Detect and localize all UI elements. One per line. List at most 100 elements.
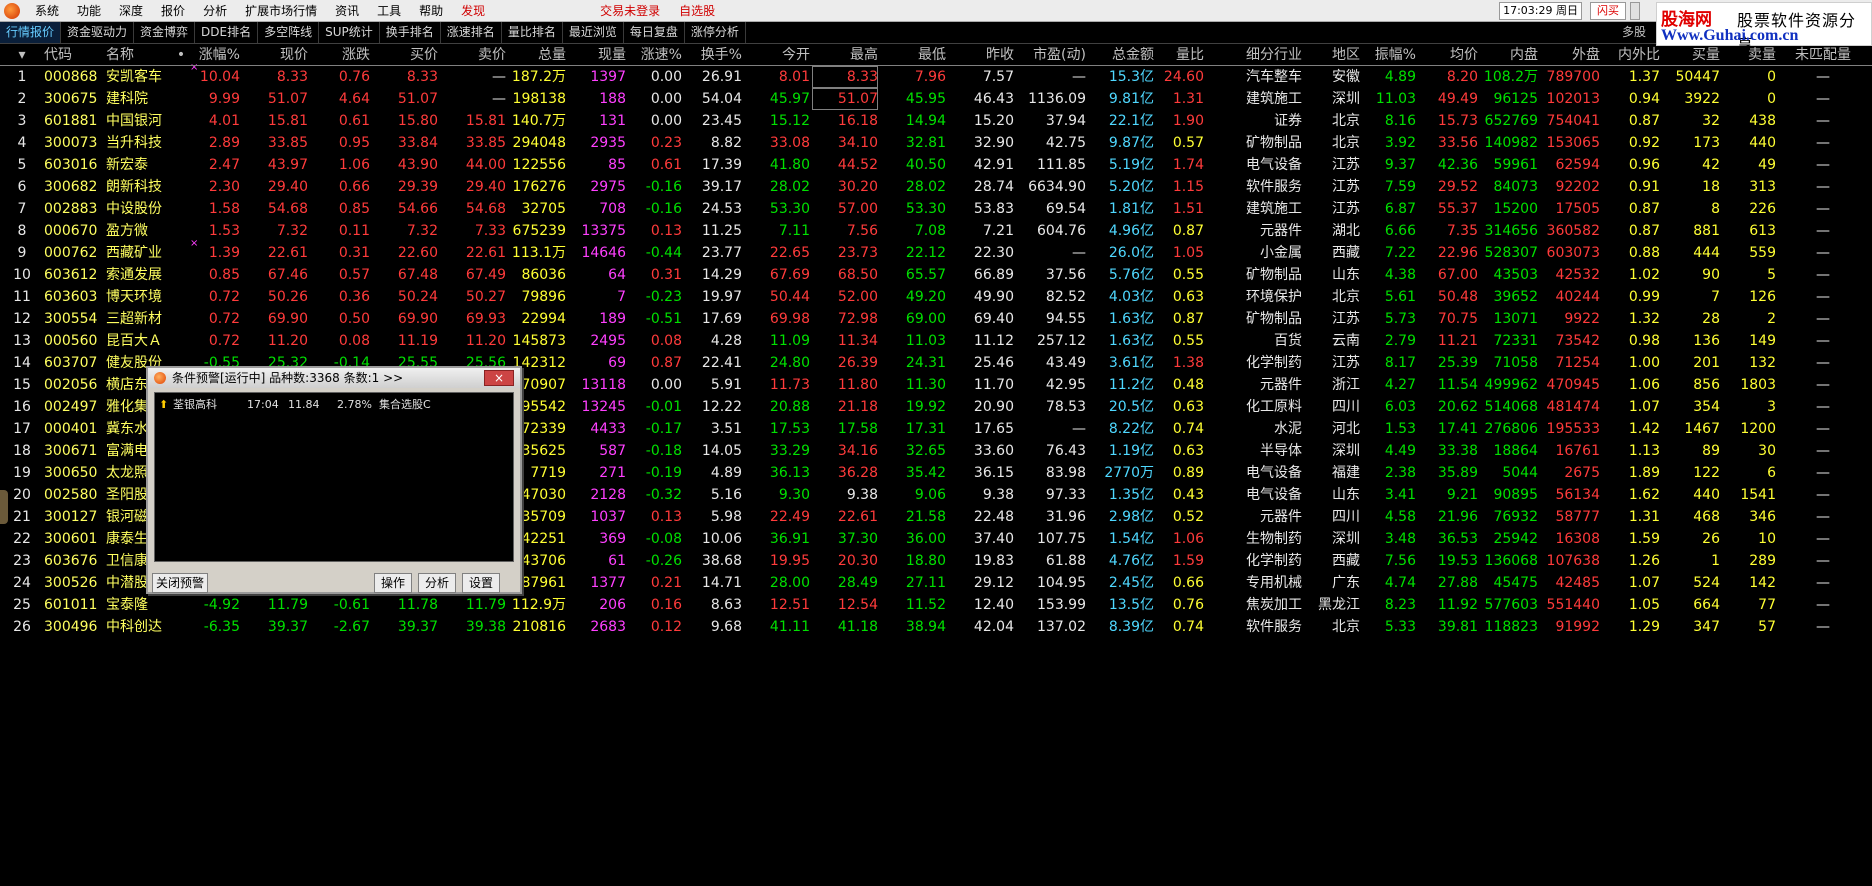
close-icon[interactable]: × xyxy=(484,370,514,386)
column-header-stock-code[interactable]: 代码 xyxy=(44,44,106,66)
stock-name[interactable]: 安凯客车 xyxy=(106,66,176,88)
menu-item-news[interactable]: 资讯 xyxy=(326,0,368,22)
stock-code[interactable]: 300496 xyxy=(44,616,106,638)
menu-item-depth[interactable]: 深度 xyxy=(110,0,152,22)
column-header-current-volume[interactable]: 现量 xyxy=(568,44,626,66)
column-header-region[interactable]: 地区 xyxy=(1304,44,1360,66)
column-header-outer-volume[interactable]: 外盘 xyxy=(1540,44,1600,66)
tab-limit-up-analysis[interactable]: 涨停分析 xyxy=(685,22,746,43)
stock-code[interactable]: 300650 xyxy=(44,462,106,484)
menu-item-system[interactable]: 系统 xyxy=(26,0,68,22)
row-index[interactable]: 19 xyxy=(4,462,40,484)
row-index[interactable]: 18 xyxy=(4,440,40,462)
row-index[interactable]: 12 xyxy=(4,308,40,330)
table-row[interactable]: 5 603016 新宏泰 2.47 43.97 1.06 43.90 44.00 122556 8… xyxy=(0,154,1872,176)
stock-code[interactable]: 601881 xyxy=(44,110,106,132)
tab-speed-rank[interactable]: 涨速排名 xyxy=(441,22,502,43)
table-row[interactable]: 11 603603 博天环境 0.72 50.26 0.36 50.24 50.27 79896… xyxy=(0,286,1872,308)
stock-code[interactable]: 603016 xyxy=(44,154,106,176)
row-index[interactable]: 7 xyxy=(4,198,40,220)
alarm-dialog-title[interactable]: 条件预警[运行中] 品种数:3368 条数:1 >> xyxy=(148,368,520,388)
stock-code[interactable]: 300671 xyxy=(44,440,106,462)
menu-item-tools[interactable]: 工具 xyxy=(368,0,410,22)
menu-item-function[interactable]: 功能 xyxy=(68,0,110,22)
trade-status[interactable]: 交易未登录 xyxy=(590,2,670,19)
column-header-high-price[interactable]: 最高 xyxy=(812,44,878,66)
stock-name[interactable]: 盈方微 xyxy=(106,220,176,242)
table-row[interactable]: 12 300554 三超新材 0.72 69.90 0.50 69.90 69.93 22994… xyxy=(0,308,1872,330)
stock-code[interactable]: 300601 xyxy=(44,528,106,550)
stock-name[interactable]: 索通发展 xyxy=(106,264,176,286)
stock-name[interactable]: 当升科技 xyxy=(106,132,176,154)
stock-name[interactable]: 昆百大Ａ xyxy=(106,330,176,352)
row-index[interactable]: 3 xyxy=(4,110,40,132)
tab-daily-review[interactable]: 每日复盘 xyxy=(624,22,685,43)
column-header-low-price[interactable]: 最低 xyxy=(880,44,946,66)
column-header-last-price[interactable]: 现价 xyxy=(242,44,308,66)
stock-code[interactable]: 603603 xyxy=(44,286,106,308)
column-header-ask-price[interactable]: 卖价 xyxy=(440,44,506,66)
tab-quote-list[interactable]: 行情报价 xyxy=(0,22,62,43)
tab-sup-stats[interactable]: SUP统计 xyxy=(319,22,380,43)
stock-code[interactable]: 603612 xyxy=(44,264,106,286)
stock-name[interactable]: 中科创达 xyxy=(106,616,176,638)
column-header-buy-volume[interactable]: 买量 xyxy=(1662,44,1720,66)
column-header-flag-dot[interactable]: • xyxy=(176,44,186,66)
menu-item-extended-market[interactable]: 扩展市场行情 xyxy=(236,0,326,22)
column-header-pe-dynamic[interactable]: 市盈(动) xyxy=(1016,44,1086,66)
column-header-row-index[interactable]: ▾ xyxy=(4,44,40,66)
column-header-inner-outer-ratio[interactable]: 内外比 xyxy=(1602,44,1660,66)
stock-code[interactable]: 002497 xyxy=(44,396,106,418)
operate-button[interactable]: 操作 xyxy=(374,573,412,593)
row-index[interactable]: 6 xyxy=(4,176,40,198)
stock-code[interactable]: 601011 xyxy=(44,594,106,616)
row-index[interactable]: 8 xyxy=(4,220,40,242)
row-index[interactable]: 11 xyxy=(4,286,40,308)
column-header-bid-price[interactable]: 买价 xyxy=(372,44,438,66)
tab-capital-game[interactable]: 资金博弈 xyxy=(134,22,196,43)
stock-code[interactable]: 300675 xyxy=(44,88,106,110)
stock-name[interactable]: 中设股份 xyxy=(106,198,176,220)
table-row[interactable]: 10 603612 索通发展 0.85 67.46 0.57 67.48 67.49 86036… xyxy=(0,264,1872,286)
table-row[interactable]: 1 000868 安凯客车 10.04 8.33 0.76 8.33—187.2万 1397 0… xyxy=(0,62,1872,88)
tab-multi-stock[interactable]: 多股 xyxy=(1616,22,1652,43)
tab-dde-rank[interactable]: DDE排名 xyxy=(195,22,259,43)
row-index[interactable]: 10 xyxy=(4,264,40,286)
column-header-open-price[interactable]: 今开 xyxy=(744,44,810,66)
row-index[interactable]: 26 xyxy=(4,616,40,638)
stock-code[interactable]: 603707 xyxy=(44,352,106,374)
table-row[interactable]: 25 601011 宝泰隆 -4.92 11.79 -0.61 11.78 11.79 112.… xyxy=(0,594,1872,616)
stock-code[interactable]: 002056 xyxy=(44,374,106,396)
stock-code[interactable]: 002580 xyxy=(44,484,106,506)
table-row[interactable]: 26 300496 中科创达 -6.35 39.37 -2.67 39.37 39.38 210… xyxy=(0,616,1872,638)
column-header-speed-percent[interactable]: 涨速% xyxy=(628,44,682,66)
menu-item-help[interactable]: 帮助 xyxy=(410,0,452,22)
table-row[interactable]: 3 601881 中国银河 4.01 15.81 0.61 15.80 15.81 140.7万… xyxy=(0,110,1872,132)
stock-name[interactable]: 西藏矿业 xyxy=(106,242,176,264)
row-index[interactable]: 13 xyxy=(4,330,40,352)
analyze-button[interactable]: 分析 xyxy=(418,573,456,593)
stock-code[interactable]: 300682 xyxy=(44,176,106,198)
column-header-total-volume[interactable]: 总量 xyxy=(508,44,566,66)
menu-item-discover[interactable]: 发现 xyxy=(452,0,494,22)
row-index[interactable]: 23 xyxy=(4,550,40,572)
tab-turnover-rank[interactable]: 换手排名 xyxy=(380,22,441,43)
stock-name[interactable]: 建科院 xyxy=(106,88,176,110)
stock-code[interactable]: 000670 xyxy=(44,220,106,242)
alarm-list-item[interactable]: ⬆ 荃银高科 17:04 11.84 2.78% 集合选股C xyxy=(155,397,513,413)
table-row[interactable]: 13 000560 昆百大Ａ 0.72 11.20 0.08 11.19 11.20 14587… xyxy=(0,330,1872,352)
row-index[interactable]: 9 xyxy=(4,242,40,264)
row-index[interactable]: 4 xyxy=(4,132,40,154)
menu-item-quote[interactable]: 报价 xyxy=(152,0,194,22)
row-index[interactable]: 17 xyxy=(4,418,40,440)
column-header-amplitude-percent[interactable]: 振幅% xyxy=(1362,44,1416,66)
tab-volume-ratio-rank[interactable]: 量比排名 xyxy=(502,22,563,43)
column-header-inner-volume[interactable]: 内盘 xyxy=(1480,44,1538,66)
stock-code[interactable]: 000560 xyxy=(44,330,106,352)
stock-code[interactable]: 300526 xyxy=(44,572,106,594)
menu-item-analysis[interactable]: 分析 xyxy=(194,0,236,22)
row-index[interactable]: 24 xyxy=(4,572,40,594)
stock-code[interactable]: 300554 xyxy=(44,308,106,330)
row-index[interactable]: 22 xyxy=(4,528,40,550)
close-alarm-button[interactable]: 关闭预警 xyxy=(152,573,208,593)
